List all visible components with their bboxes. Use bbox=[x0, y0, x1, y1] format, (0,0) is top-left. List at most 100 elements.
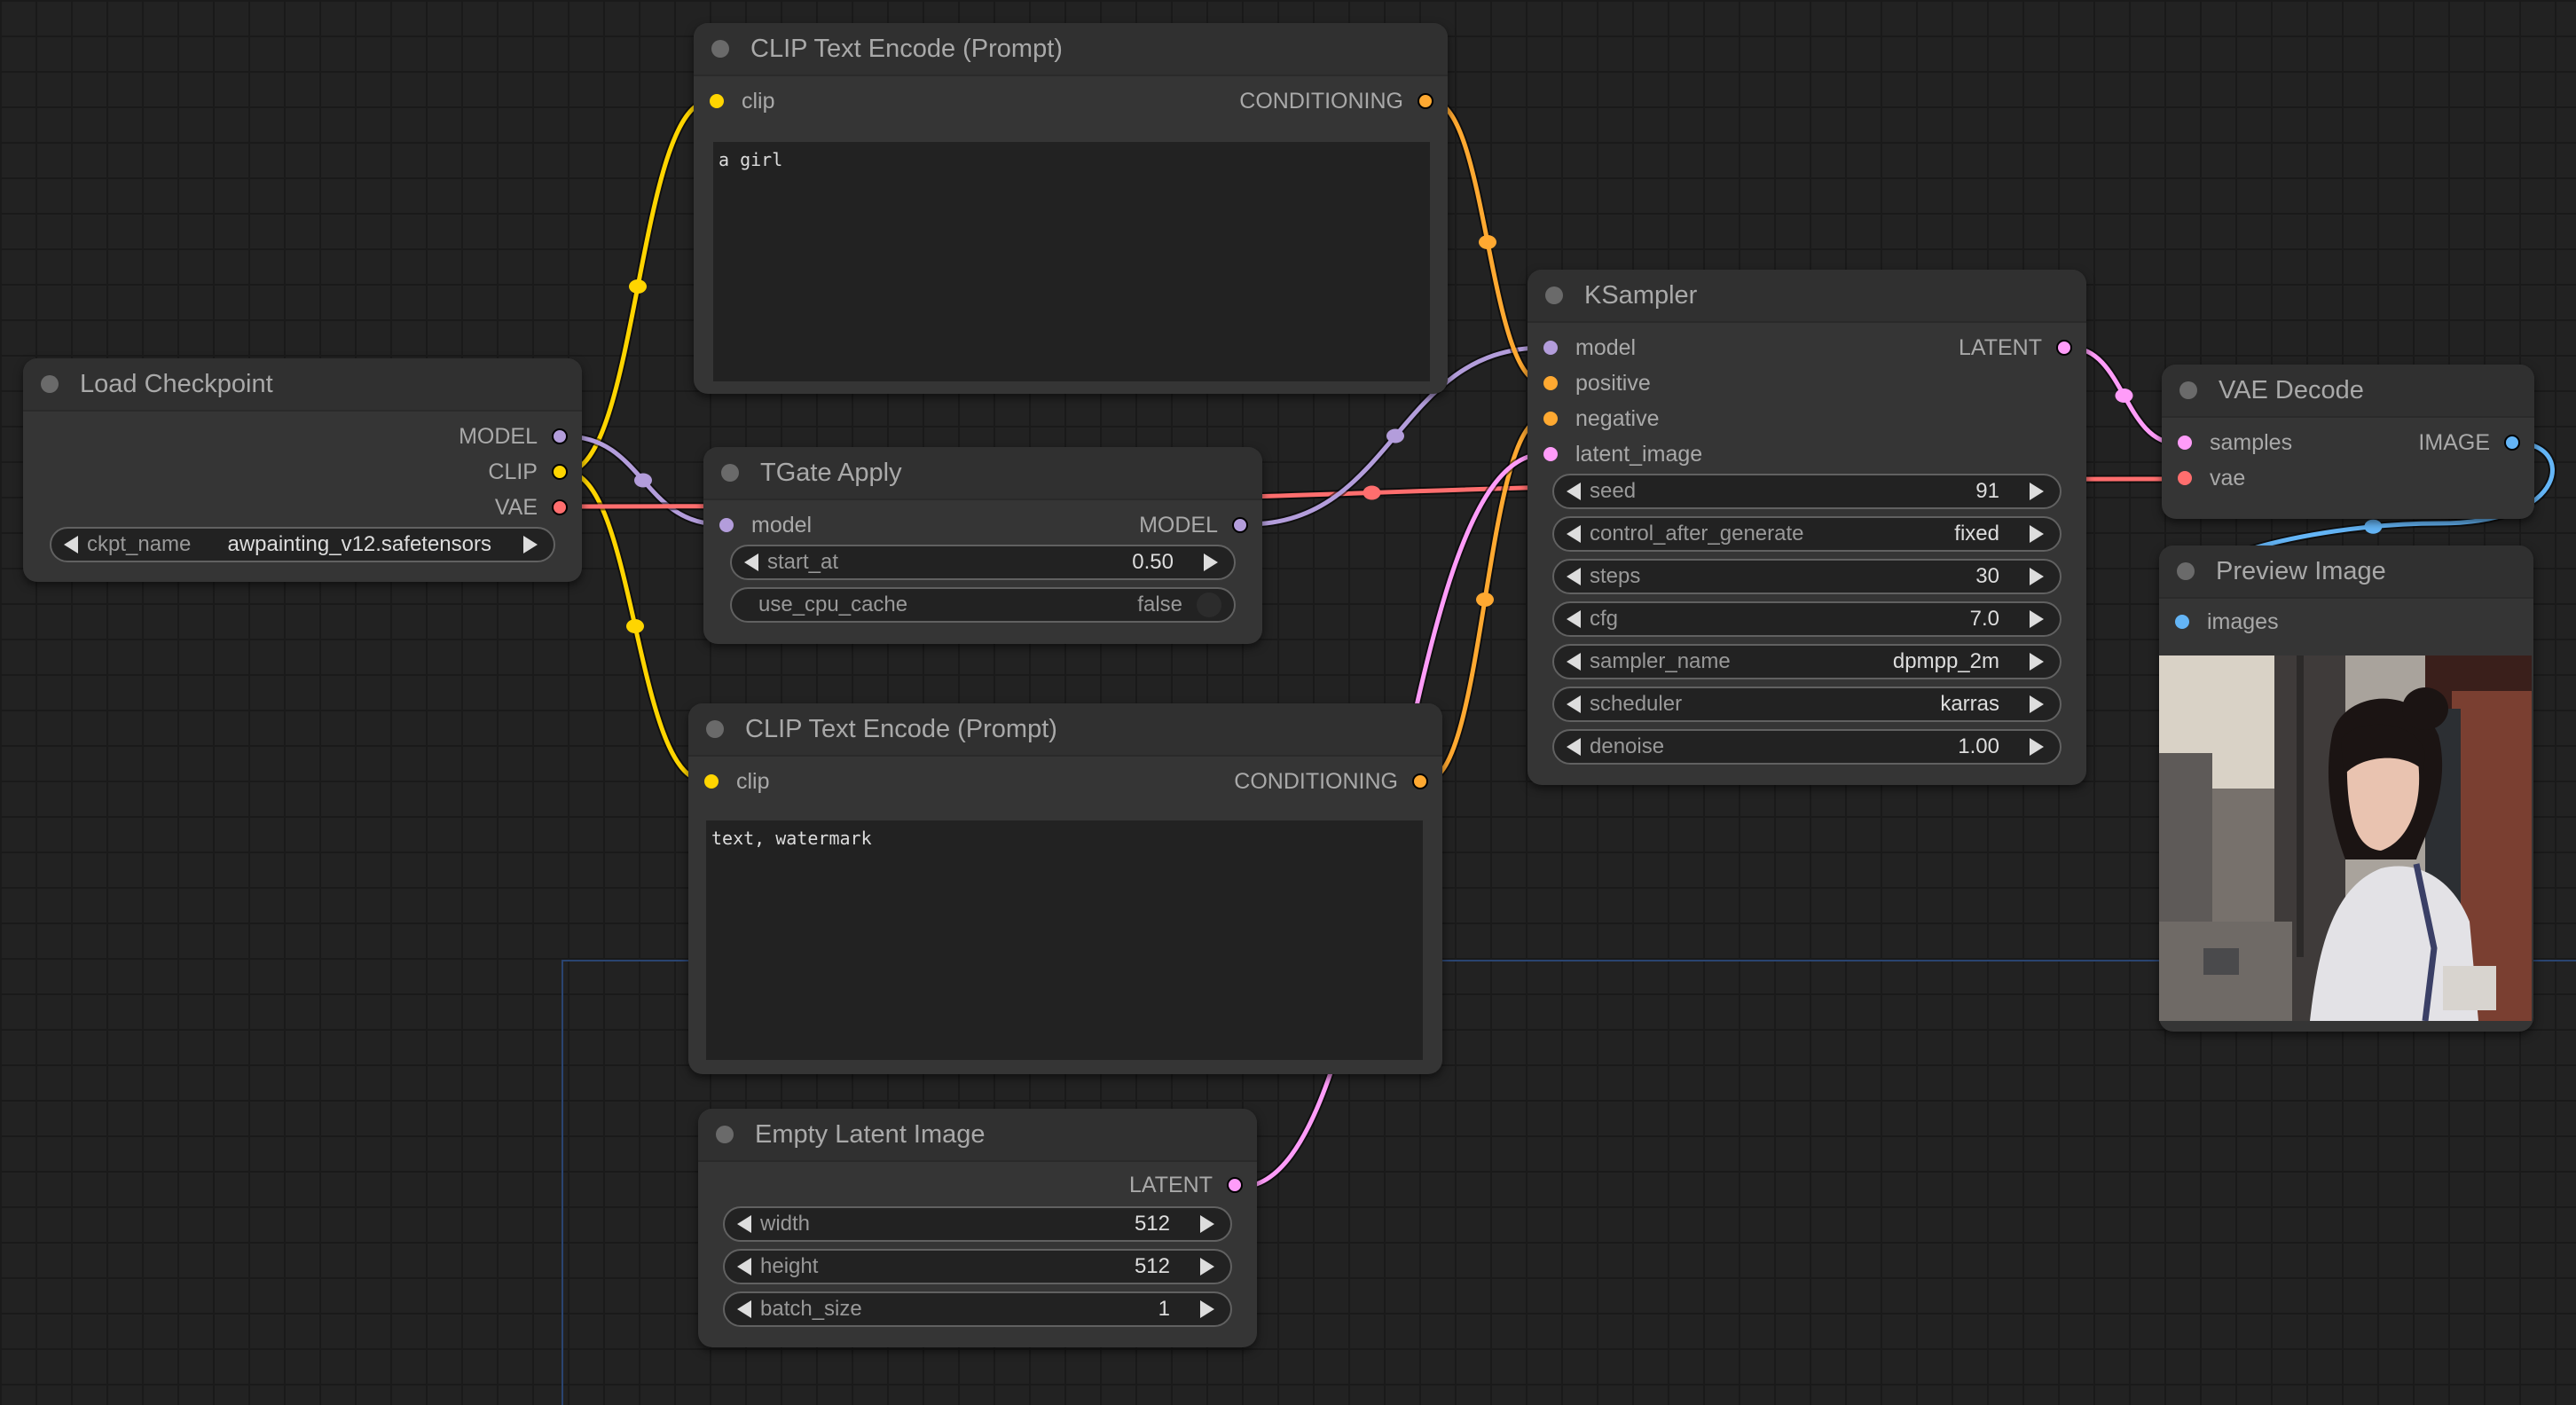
increment-arrow-icon[interactable] bbox=[523, 536, 538, 553]
prompt-textarea[interactable]: a girl bbox=[713, 142, 1430, 381]
input-slot-samples[interactable]: samples bbox=[2178, 430, 2292, 456]
link-negative-to-ksampler[interactable] bbox=[1425, 416, 1544, 783]
input-slot-vae[interactable]: vae bbox=[2178, 466, 2245, 491]
decrement-arrow-icon[interactable] bbox=[737, 1300, 751, 1318]
slot-dot-icon[interactable] bbox=[710, 94, 724, 108]
node-load-checkpoint[interactable]: Load Checkpoint MODEL CLIP VAE ckpt_name… bbox=[23, 358, 582, 582]
link-clip-to-positive[interactable] bbox=[565, 98, 711, 475]
output-slot-clip[interactable]: CLIP bbox=[488, 459, 568, 485]
link-positive-to-ksampler-midpoint-marker[interactable] bbox=[1479, 234, 1496, 249]
slot-dot-icon[interactable] bbox=[552, 428, 568, 444]
link-vae-to-vae-decode-midpoint-marker[interactable] bbox=[1363, 485, 1381, 500]
slot-dot-icon[interactable] bbox=[1232, 517, 1248, 533]
input-slot-positive[interactable]: positive bbox=[1543, 371, 1651, 396]
slot-dot-icon[interactable] bbox=[1543, 412, 1558, 426]
collapse-dot-icon[interactable] bbox=[706, 720, 724, 738]
increment-arrow-icon[interactable] bbox=[2030, 695, 2044, 713]
node-title-bar[interactable]: CLIP Text Encode (Prompt) bbox=[688, 703, 1442, 757]
slot-dot-icon[interactable] bbox=[2056, 340, 2072, 356]
link-clip-to-negative-midpoint-marker[interactable] bbox=[626, 619, 644, 633]
decrement-arrow-icon[interactable] bbox=[1567, 695, 1581, 713]
link-ksampler-to-vae-decode-midpoint-marker[interactable] bbox=[2115, 388, 2133, 403]
output-slot-conditioning[interactable]: CONDITIONING bbox=[1234, 769, 1428, 795]
increment-arrow-icon[interactable] bbox=[2030, 653, 2044, 671]
decrement-arrow-icon[interactable] bbox=[1567, 568, 1581, 585]
widget-start-at[interactable]: start_at 0.50 bbox=[730, 545, 1236, 580]
increment-arrow-icon[interactable] bbox=[2030, 525, 2044, 543]
slot-dot-icon[interactable] bbox=[2178, 471, 2192, 485]
increment-arrow-icon[interactable] bbox=[1200, 1300, 1214, 1318]
increment-arrow-icon[interactable] bbox=[2030, 568, 2044, 585]
widget-sampler-name[interactable]: sampler_name dpmpp_2m bbox=[1552, 644, 2062, 679]
link-image-to-preview-midpoint-marker[interactable] bbox=[2364, 519, 2383, 534]
decrement-arrow-icon[interactable] bbox=[1567, 483, 1581, 500]
node-title-bar[interactable]: CLIP Text Encode (Prompt) bbox=[694, 23, 1448, 76]
output-slot-latent[interactable]: LATENT bbox=[1959, 335, 2072, 361]
widget-cfg[interactable]: cfg 7.0 bbox=[1552, 601, 2062, 637]
widget-control-after-generate[interactable]: control_after_generate fixed bbox=[1552, 516, 2062, 552]
collapse-dot-icon[interactable] bbox=[1545, 286, 1563, 304]
increment-arrow-icon[interactable] bbox=[1204, 553, 1218, 571]
node-tgate-apply[interactable]: TGate Apply model MODEL start_at 0.50 us… bbox=[703, 447, 1262, 644]
decrement-arrow-icon[interactable] bbox=[1567, 653, 1581, 671]
toggle-knob-icon[interactable] bbox=[1197, 593, 1221, 617]
prompt-textarea[interactable]: text, watermark bbox=[706, 820, 1423, 1060]
increment-arrow-icon[interactable] bbox=[2030, 738, 2044, 756]
output-slot-model[interactable]: MODEL bbox=[459, 424, 568, 450]
input-slot-images[interactable]: images bbox=[2175, 609, 2279, 635]
input-slot-model[interactable]: model bbox=[1543, 335, 1636, 361]
node-preview-image[interactable]: Preview Image images bbox=[2159, 546, 2533, 1032]
collapse-dot-icon[interactable] bbox=[711, 40, 729, 58]
output-slot-model[interactable]: MODEL bbox=[1139, 513, 1248, 538]
collapse-dot-icon[interactable] bbox=[2179, 381, 2197, 399]
slot-dot-icon[interactable] bbox=[1543, 376, 1558, 390]
input-slot-latent-image[interactable]: latent_image bbox=[1543, 442, 1702, 467]
link-model-to-tgate-midpoint-marker[interactable] bbox=[634, 473, 652, 488]
link-negative-to-ksampler-midpoint-marker[interactable] bbox=[1476, 593, 1494, 607]
slot-dot-icon[interactable] bbox=[552, 464, 568, 480]
increment-arrow-icon[interactable] bbox=[2030, 610, 2044, 628]
link-tgate-to-ksampler-midpoint-marker[interactable] bbox=[1386, 428, 1404, 443]
slot-dot-icon[interactable] bbox=[2175, 615, 2189, 629]
widget-denoise[interactable]: denoise 1.00 bbox=[1552, 729, 2062, 765]
link-clip-to-positive-midpoint-marker[interactable] bbox=[629, 279, 647, 294]
slot-dot-icon[interactable] bbox=[1418, 93, 1433, 109]
decrement-arrow-icon[interactable] bbox=[1567, 738, 1581, 756]
output-slot-latent[interactable]: LATENT bbox=[1129, 1173, 1243, 1198]
increment-arrow-icon[interactable] bbox=[2030, 483, 2044, 500]
widget-batch-size[interactable]: batch_size 1 bbox=[723, 1291, 1232, 1327]
decrement-arrow-icon[interactable] bbox=[737, 1258, 751, 1275]
node-title-bar[interactable]: VAE Decode bbox=[2162, 365, 2534, 418]
widget-seed[interactable]: seed 91 bbox=[1552, 474, 2062, 509]
node-title-bar[interactable]: Empty Latent Image bbox=[698, 1109, 1257, 1162]
widget-ckpt-name[interactable]: ckpt_name awpainting_v12.safetensors bbox=[50, 527, 555, 562]
widget-use-cpu-cache-toggle[interactable]: use_cpu_cache false bbox=[730, 587, 1236, 623]
node-title-bar[interactable]: TGate Apply bbox=[703, 447, 1262, 500]
input-slot-clip[interactable]: clip bbox=[710, 89, 775, 114]
input-slot-model[interactable]: model bbox=[719, 513, 812, 538]
slot-dot-icon[interactable] bbox=[704, 774, 719, 789]
slot-dot-icon[interactable] bbox=[2504, 435, 2520, 451]
increment-arrow-icon[interactable] bbox=[1200, 1215, 1214, 1233]
collapse-dot-icon[interactable] bbox=[41, 375, 59, 393]
decrement-arrow-icon[interactable] bbox=[1567, 610, 1581, 628]
slot-dot-icon[interactable] bbox=[1227, 1177, 1243, 1193]
collapse-dot-icon[interactable] bbox=[716, 1126, 734, 1143]
input-slot-negative[interactable]: negative bbox=[1543, 406, 1660, 432]
node-clip-text-encode-negative[interactable]: CLIP Text Encode (Prompt) clip CONDITION… bbox=[688, 703, 1442, 1074]
slot-dot-icon[interactable] bbox=[552, 499, 568, 515]
decrement-arrow-icon[interactable] bbox=[744, 553, 758, 571]
node-title-bar[interactable]: Preview Image bbox=[2159, 546, 2533, 599]
input-slot-clip[interactable]: clip bbox=[704, 769, 770, 795]
widget-width[interactable]: width 512 bbox=[723, 1206, 1232, 1242]
link-clip-to-negative[interactable] bbox=[565, 469, 705, 783]
slot-dot-icon[interactable] bbox=[719, 518, 734, 532]
node-vae-decode[interactable]: VAE Decode samples IMAGE vae bbox=[2162, 365, 2534, 519]
node-title-bar[interactable]: KSampler bbox=[1528, 270, 2086, 323]
slot-dot-icon[interactable] bbox=[1543, 341, 1558, 355]
increment-arrow-icon[interactable] bbox=[1200, 1258, 1214, 1275]
slot-dot-icon[interactable] bbox=[1412, 773, 1428, 789]
node-empty-latent-image[interactable]: Empty Latent Image LATENT width 512 heig… bbox=[698, 1109, 1257, 1347]
widget-height[interactable]: height 512 bbox=[723, 1249, 1232, 1284]
decrement-arrow-icon[interactable] bbox=[737, 1215, 751, 1233]
